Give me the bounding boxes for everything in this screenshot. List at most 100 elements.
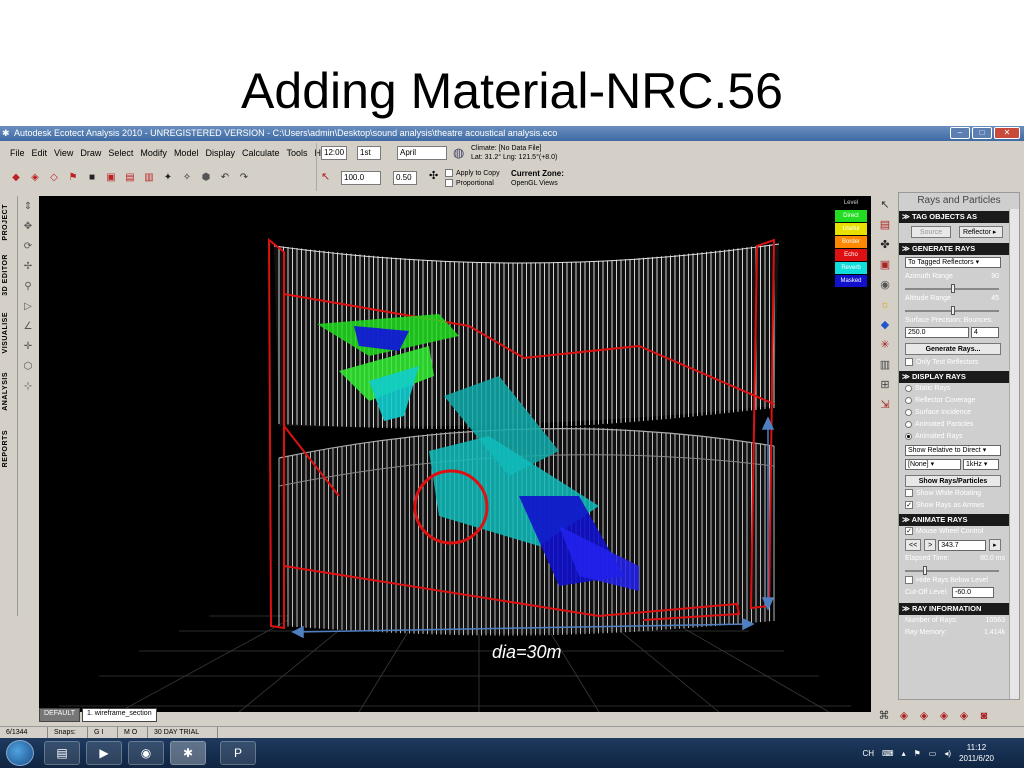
maximize-button[interactable]: □: [972, 127, 992, 139]
show-rays-particles-button[interactable]: Show Rays/Particles: [905, 475, 1001, 487]
reflector-button[interactable]: Reflector ▸: [958, 226, 1003, 238]
trash-icon[interactable]: ▥: [876, 356, 894, 374]
section-animate-rays[interactable]: ≫ ANIMATE RAYS: [899, 514, 1019, 526]
angle-icon[interactable]: ∠: [20, 318, 36, 336]
frequency-select[interactable]: 1kHz ▾: [962, 459, 999, 470]
menu-display[interactable]: Display: [205, 148, 235, 158]
current-zone-value[interactable]: OpenGL Views: [511, 180, 558, 187]
section-generate-rays[interactable]: ≫ GENERATE RAYS: [899, 243, 1019, 255]
shading-icon[interactable]: ✤: [876, 236, 894, 254]
none-select[interactable]: [None] ▾: [905, 459, 961, 470]
move-view-icon[interactable]: ✥: [20, 218, 36, 236]
material-c-icon[interactable]: ◈: [936, 708, 952, 724]
tab-3d-editor[interactable]: 3D EDITOR: [2, 254, 9, 296]
step-forward-button[interactable]: >: [924, 539, 937, 551]
pan-icon[interactable]: ✢: [20, 258, 36, 276]
option-static-rays[interactable]: Static Rays: [899, 383, 1019, 395]
material-a-icon[interactable]: ◈: [896, 708, 912, 724]
hide-rays-below-checkbox[interactable]: Hide Rays Below Level: [899, 575, 1019, 587]
menu-tools[interactable]: Tools: [287, 148, 308, 158]
section-display-rays[interactable]: ≫ DISPLAY RAYS: [899, 371, 1019, 383]
azimuth-slider[interactable]: [899, 283, 1019, 293]
option-animated-particles[interactable]: Animated Particles: [899, 419, 1019, 431]
show-rays-as-arrows-checkbox[interactable]: ✓ Show Rays as Arrows: [899, 500, 1019, 512]
panel-scrollbar[interactable]: [1009, 209, 1019, 699]
zone-tool-icon[interactable]: ◈: [27, 170, 43, 186]
network-tray-icon[interactable]: ▭: [929, 749, 937, 758]
keyboard-icon[interactable]: ⌨: [882, 749, 894, 758]
tab-analysis[interactable]: ANALYSIS: [2, 372, 9, 411]
scale-input[interactable]: 100.0: [341, 171, 381, 185]
grid-icon[interactable]: ⊞: [876, 376, 894, 394]
menu-view[interactable]: View: [54, 148, 73, 158]
flag-icon[interactable]: ⚑: [914, 749, 921, 758]
clock[interactable]: 11:12 2011/6/20: [959, 742, 994, 764]
tab-reports[interactable]: REPORTS: [2, 430, 9, 467]
proportional-checkbox[interactable]: Proportional: [445, 179, 494, 187]
rays-particles-icon[interactable]: ✳: [876, 336, 894, 354]
fit-view-icon[interactable]: ⊹: [20, 378, 36, 396]
section-tag-objects[interactable]: ≫ TAG OBJECTS AS: [899, 211, 1019, 223]
menu-file[interactable]: File: [10, 148, 25, 158]
material-b-icon[interactable]: ◈: [916, 708, 932, 724]
apply-to-copy-checkbox[interactable]: Apply to Copy: [445, 169, 500, 177]
start-button[interactable]: [6, 740, 34, 766]
extrude-tool-icon[interactable]: ⬢: [198, 170, 214, 186]
tray-expand-icon[interactable]: ▴: [902, 749, 906, 758]
menu-select[interactable]: Select: [108, 148, 133, 158]
to-tagged-select[interactable]: To Tagged Reflectors ▾: [905, 257, 1001, 268]
surface-tool-icon[interactable]: ■: [84, 170, 100, 186]
show-while-rotating-checkbox[interactable]: Show While Rotating: [899, 488, 1019, 500]
window-titlebar[interactable]: ✱ Autodesk Ecotect Analysis 2010 - UNREG…: [0, 126, 1024, 141]
language-indicator[interactable]: CH: [862, 749, 874, 758]
pan-vertical-icon[interactable]: ⇕: [20, 198, 36, 216]
menu-calculate[interactable]: Calculate: [242, 148, 280, 158]
network-icon[interactable]: ⌘: [876, 708, 892, 724]
snap-modes[interactable]: G I: [88, 727, 118, 738]
tab-visualise[interactable]: VISUALISE: [2, 312, 9, 353]
pointer-icon[interactable]: ↖: [876, 196, 894, 214]
object-tool-icon[interactable]: ✦: [160, 170, 176, 186]
redo-icon[interactable]: ↷: [236, 170, 252, 186]
material-icon[interactable]: ▤: [876, 216, 894, 234]
tab-project[interactable]: PROJECT: [2, 204, 9, 241]
mouse-wheel-checkbox[interactable]: ✓ Mouse Wheel Control: [899, 526, 1019, 538]
menu-modify[interactable]: Modify: [140, 148, 167, 158]
cube-view-icon[interactable]: ⬡: [20, 358, 36, 376]
day-input[interactable]: 1st: [357, 146, 381, 160]
tab-default-view[interactable]: DEFAULT: [39, 708, 80, 722]
option-animated-rays[interactable]: Animated Rays: [899, 431, 1019, 443]
option-surface-incidence[interactable]: Surface Incidence: [899, 407, 1019, 419]
move-icon[interactable]: ✣: [429, 169, 438, 182]
minimize-button[interactable]: –: [950, 127, 970, 139]
axis-icon[interactable]: ✛: [20, 338, 36, 356]
globe-icon[interactable]: ◍: [453, 145, 464, 161]
zoom-icon[interactable]: ⚲: [20, 278, 36, 296]
only-test-reflectors-checkbox[interactable]: Only Test Reflectors: [899, 357, 1019, 369]
camera-icon[interactable]: ◙: [976, 708, 992, 724]
precision-input[interactable]: 250.0: [905, 327, 969, 338]
select-tool-icon[interactable]: ◆: [8, 170, 24, 186]
perspective-icon[interactable]: ▷: [20, 298, 36, 316]
menu-edit[interactable]: Edit: [32, 148, 48, 158]
month-select[interactable]: April: [397, 146, 447, 160]
altitude-slider[interactable]: [899, 305, 1019, 315]
cube-icon[interactable]: ◆: [876, 316, 894, 334]
elapsed-slider[interactable]: [899, 565, 1019, 575]
panel-tool-icon[interactable]: ▤: [122, 170, 138, 186]
play-button[interactable]: ▸: [989, 539, 1001, 551]
flag-tool-icon[interactable]: ⚑: [65, 170, 81, 186]
section-ray-information[interactable]: ≫ RAY INFORMATION: [899, 603, 1019, 615]
visibility-icon[interactable]: ◉: [876, 276, 894, 294]
explorer-icon[interactable]: ▤: [44, 741, 80, 765]
orbit-icon[interactable]: ⟳: [20, 238, 36, 256]
transform-icon[interactable]: ↖: [321, 170, 330, 183]
tab-wireframe-section[interactable]: 1. wireframe_section: [82, 708, 157, 722]
window-tool-icon[interactable]: ▣: [103, 170, 119, 186]
export-icon[interactable]: ⇲: [876, 396, 894, 414]
3d-viewport[interactable]: Level Direct Useful Border Echo Reverb M…: [39, 196, 871, 712]
powerpoint-icon[interactable]: P: [220, 741, 256, 765]
menu-model[interactable]: Model: [174, 148, 199, 158]
source-button[interactable]: Source: [911, 226, 951, 238]
animation-step-input[interactable]: 343.7: [938, 540, 987, 551]
